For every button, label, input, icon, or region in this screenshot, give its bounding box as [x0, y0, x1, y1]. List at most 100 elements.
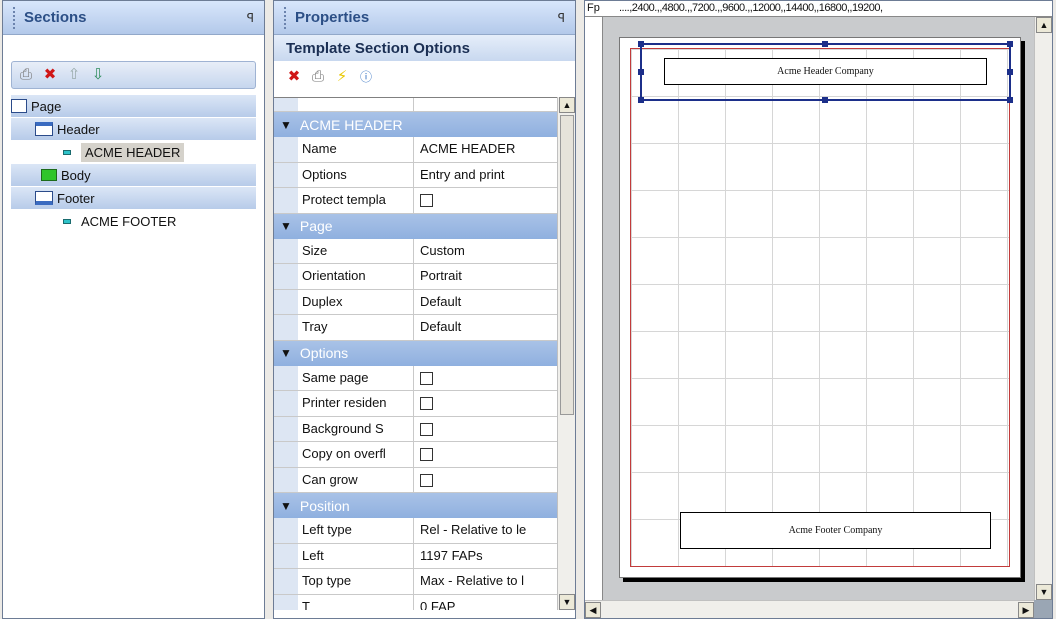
resize-handle[interactable]: [1007, 97, 1013, 103]
property-row[interactable]: Copy on overfl: [274, 442, 557, 468]
property-row[interactable]: Background S: [274, 416, 557, 442]
resize-handle[interactable]: [1007, 69, 1013, 75]
property-value[interactable]: Rel - Relative to le: [414, 518, 557, 543]
property-value[interactable]: Default: [414, 290, 557, 315]
header-text-box[interactable]: Acme Header Company: [664, 58, 987, 85]
move-down-icon[interactable]: ⇩: [90, 67, 106, 83]
gutter: [274, 188, 298, 213]
tree-item-body[interactable]: Body: [11, 164, 256, 187]
sections-title: Sections: [24, 9, 87, 26]
property-value[interactable]: 0 FAP: [414, 595, 557, 611]
category-position[interactable]: ▼ Position: [274, 493, 557, 518]
category-label: Page: [299, 218, 333, 234]
property-row[interactable]: Tray Default: [274, 315, 557, 341]
property-name: Left: [298, 543, 414, 568]
resize-handle[interactable]: [638, 69, 644, 75]
checkbox[interactable]: [420, 194, 433, 208]
checkbox[interactable]: [420, 473, 433, 487]
property-row[interactable]: Name ACME HEADER: [274, 137, 557, 163]
property-value[interactable]: Max - Relative to l: [414, 569, 557, 594]
category-page[interactable]: ▼ Page: [274, 213, 557, 239]
scroll-up-icon[interactable]: ▲: [1036, 17, 1052, 33]
print-icon[interactable]: ⎙: [310, 69, 326, 85]
category-acme-header[interactable]: ▼ ACME HEADER: [274, 112, 557, 137]
scroll-thumb[interactable]: [560, 115, 574, 415]
resize-handle[interactable]: [1007, 41, 1013, 47]
tree-item-acme-footer[interactable]: ACME FOOTER: [11, 210, 256, 233]
checkbox[interactable]: [420, 422, 433, 436]
grip-icon[interactable]: [13, 6, 16, 29]
design-canvas[interactable]: Acme Header Company Acme Footer Company: [603, 17, 1034, 600]
property-name: Same page: [298, 365, 414, 390]
property-row[interactable]: Protect templa: [274, 188, 557, 214]
ruler-marks: ....,2400.,,4800.,,7200.,,9600.,,12000,,…: [619, 2, 883, 14]
collapse-icon[interactable]: ▼: [280, 499, 292, 513]
property-row[interactable]: Size Custom: [274, 238, 557, 264]
properties-titlebar: Properties ꟼ: [274, 1, 575, 35]
property-value[interactable]: Portrait: [414, 264, 557, 289]
scroll-up-icon[interactable]: ▲: [559, 97, 575, 113]
property-name: Options: [298, 162, 414, 187]
properties-scrollbar[interactable]: ▲ ▼: [557, 97, 575, 610]
property-row[interactable]: T0 FAP: [274, 594, 557, 611]
property-value[interactable]: Default: [414, 315, 557, 340]
property-value[interactable]: ACME HEADER: [414, 137, 557, 162]
scroll-down-icon[interactable]: ▼: [559, 594, 575, 610]
gutter: [274, 315, 298, 340]
move-up-icon[interactable]: ⇧: [66, 67, 82, 83]
property-value: [414, 442, 557, 467]
property-row[interactable]: Duplex Default: [274, 289, 557, 315]
sections-panel: Sections ꟼ ⎙ ✖ ⇧ ⇩ Page Header ACME HEAD…: [2, 0, 265, 619]
resize-handle[interactable]: [822, 41, 828, 47]
scroll-left-icon[interactable]: ◀: [585, 602, 601, 618]
resize-handle[interactable]: [822, 97, 828, 103]
properties-panel: Properties ꟼ Template Section Options ✖ …: [273, 0, 576, 619]
print-icon[interactable]: ⎙: [18, 67, 34, 83]
collapse-icon[interactable]: ▼: [280, 118, 292, 132]
checkbox[interactable]: [420, 448, 433, 462]
tree-item-acme-header[interactable]: ACME HEADER: [11, 141, 256, 164]
resize-handle[interactable]: [638, 41, 644, 47]
tree-item-page[interactable]: Page: [11, 95, 256, 118]
scroll-right-icon[interactable]: ▶: [1018, 602, 1034, 618]
gutter: [274, 594, 298, 610]
checkbox[interactable]: [420, 397, 433, 411]
category-options[interactable]: ▼ Options: [274, 340, 557, 366]
delete-icon[interactable]: ✖: [42, 67, 58, 83]
property-row[interactable]: Same page: [274, 365, 557, 391]
property-value[interactable]: Entry and print: [414, 163, 557, 188]
property-name: Protect templa: [298, 188, 414, 213]
delete-icon[interactable]: ✖: [286, 69, 302, 85]
property-value: [414, 417, 557, 442]
resize-handle[interactable]: [638, 97, 644, 103]
collapse-icon[interactable]: ▼: [280, 346, 292, 360]
designer-panel: Fp ....,2400.,,4800.,,7200.,,9600.,,1200…: [584, 0, 1053, 619]
pin-icon[interactable]: ꟼ: [247, 11, 254, 25]
property-name: Left type: [298, 518, 414, 543]
grip-icon[interactable]: [284, 6, 287, 29]
property-name: Orientation: [298, 264, 414, 289]
property-row[interactable]: Printer residen: [274, 391, 557, 417]
property-row[interactable]: Left type Rel - Relative to le: [274, 518, 557, 544]
property-row[interactable]: Orientation Portrait: [274, 264, 557, 290]
designer-vertical-scrollbar[interactable]: ▲ ▼: [1034, 17, 1052, 600]
pin-icon[interactable]: ꟼ: [558, 11, 565, 25]
property-name: Size: [298, 238, 414, 263]
designer-horizontal-scrollbar[interactable]: ◀ ▶: [585, 600, 1034, 618]
property-value[interactable]: 1197 FAPs: [414, 544, 557, 569]
property-row[interactable]: Options Entry and print: [274, 162, 557, 188]
property-row[interactable]: Left 1197 FAPs: [274, 543, 557, 569]
info-icon[interactable]: ⓘ: [358, 69, 374, 85]
property-value[interactable]: Custom: [414, 239, 557, 264]
collapse-icon[interactable]: ▼: [280, 219, 292, 233]
gutter: [274, 365, 298, 390]
scroll-down-icon[interactable]: ▼: [1036, 584, 1052, 600]
tree-item-header[interactable]: Header: [11, 118, 256, 141]
footer-text-box[interactable]: Acme Footer Company: [680, 512, 991, 549]
checkbox[interactable]: [420, 371, 433, 385]
lightning-icon[interactable]: ⚡: [334, 69, 350, 85]
ruler-unit-label: Fp: [587, 2, 600, 14]
property-row[interactable]: Top type Max - Relative to l: [274, 569, 557, 595]
property-row[interactable]: Can grow: [274, 467, 557, 493]
tree-item-footer[interactable]: Footer: [11, 187, 256, 210]
